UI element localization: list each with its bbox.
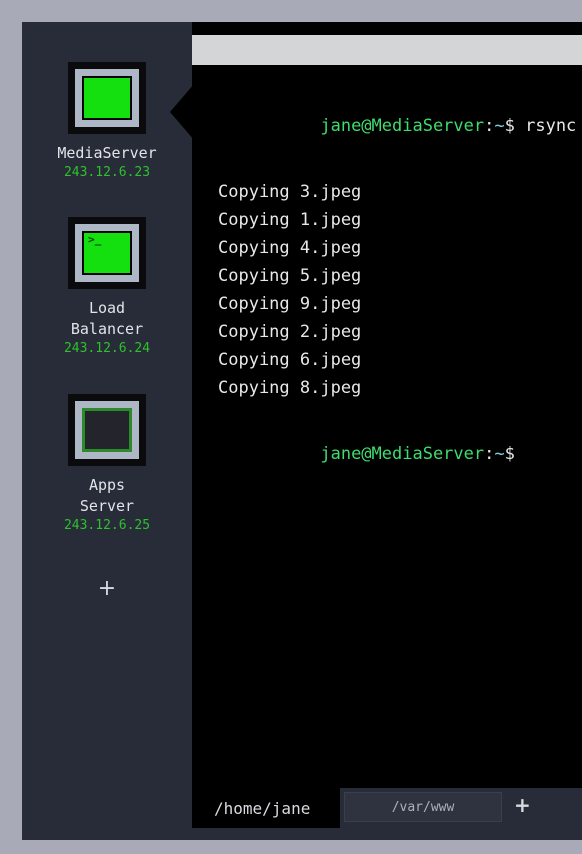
server-name-label: Load Balancer [70, 299, 144, 338]
monitor-bezel [75, 69, 139, 127]
server-ip-label: 243.12.6.24 [63, 341, 151, 356]
prompt-path-2: ~ [494, 444, 505, 464]
monitor-bezel: >_ [75, 224, 139, 282]
terminal-command: rsync -av [525, 116, 577, 136]
server-monitor-icon[interactable] [68, 394, 146, 466]
prompt-path: ~ [494, 116, 505, 136]
server-monitor-icon[interactable] [68, 62, 146, 134]
terminal-blank-line-2 [218, 402, 582, 412]
prompt-colon-2: : [484, 444, 495, 464]
app-window: MediaServer 243.12.6.23 >_ Load Balancer 243.… [22, 22, 582, 840]
prompt-user-host-2: jane@MediaServer [320, 444, 485, 464]
add-server-button[interactable]: + [22, 577, 192, 601]
server-item-mediaserver[interactable]: MediaServer 243.12.6.23 [22, 62, 192, 181]
terminal-output-line: Copying 5.jpeg [218, 266, 362, 286]
monitor-bezel [75, 401, 139, 459]
terminal-output-line: Copying 6.jpeg [218, 350, 362, 370]
terminal-output[interactable]: jane@MediaServer:~$ rsync -av Copying 3.… [192, 70, 582, 788]
terminal-prompt-line-top: jane@MediaServer:~$ rsync -av [218, 84, 582, 168]
terminal-output-line: Copying 9.jpeg [218, 294, 362, 314]
terminal-titlebar[interactable] [192, 35, 582, 65]
terminal-output-line: Copying 4.jpeg [218, 238, 362, 258]
tab-list: /home/jane/var/www [192, 788, 502, 828]
selected-server-arrow-icon [170, 84, 194, 140]
terminal-output-line: Copying 1.jpeg [218, 210, 362, 230]
terminal-panel: jane@MediaServer:~$ rsync -av Copying 3.… [192, 22, 582, 840]
prompt-sigil-2: $ [504, 444, 515, 464]
server-name-label: MediaServer [57, 144, 157, 162]
server-sidebar: MediaServer 243.12.6.23 >_ Load Balancer 243.… [22, 22, 194, 840]
terminal-tab-bar: /home/jane/var/www + [192, 788, 582, 840]
server-ip-label: 243.12.6.23 [63, 165, 151, 180]
new-tab-button[interactable]: + [514, 794, 531, 816]
prompt-sigil: $ [504, 116, 515, 136]
terminal-prompt-line-bottom: jane@MediaServer:~$ [218, 412, 582, 496]
prompt-user-host: jane@MediaServer [320, 116, 485, 136]
server-ip-label: 243.12.6.25 [63, 518, 151, 533]
desktop: MediaServer 243.12.6.23 >_ Load Balancer 243.… [0, 0, 582, 854]
server-item-load-balancer[interactable]: >_ Load Balancer 243.12.6.24 [22, 217, 192, 357]
prompt-colon: : [484, 116, 495, 136]
terminal-output-lines: Copying 3.jpeg Copying 1.jpeg Copying 4.jp… [218, 178, 582, 402]
terminal-output-line: Copying 8.jpeg [218, 378, 362, 398]
server-monitor-icon[interactable]: >_ [68, 217, 146, 289]
server-name-label: Apps Server [79, 476, 135, 515]
monitor-screen-off [82, 408, 132, 452]
terminal-tab-active[interactable]: /home/jane [192, 788, 340, 828]
monitor-screen-on [82, 76, 132, 120]
server-item-apps-server[interactable]: Apps Server 243.12.6.25 [22, 394, 192, 534]
terminal-tab[interactable]: /var/www [344, 792, 502, 822]
terminal-output-line: Copying 2.jpeg [218, 322, 362, 342]
terminal-output-line: Copying 3.jpeg [218, 182, 362, 202]
terminal-prompt-icon: >_ [88, 233, 102, 246]
monitor-screen-on: >_ [82, 231, 132, 275]
